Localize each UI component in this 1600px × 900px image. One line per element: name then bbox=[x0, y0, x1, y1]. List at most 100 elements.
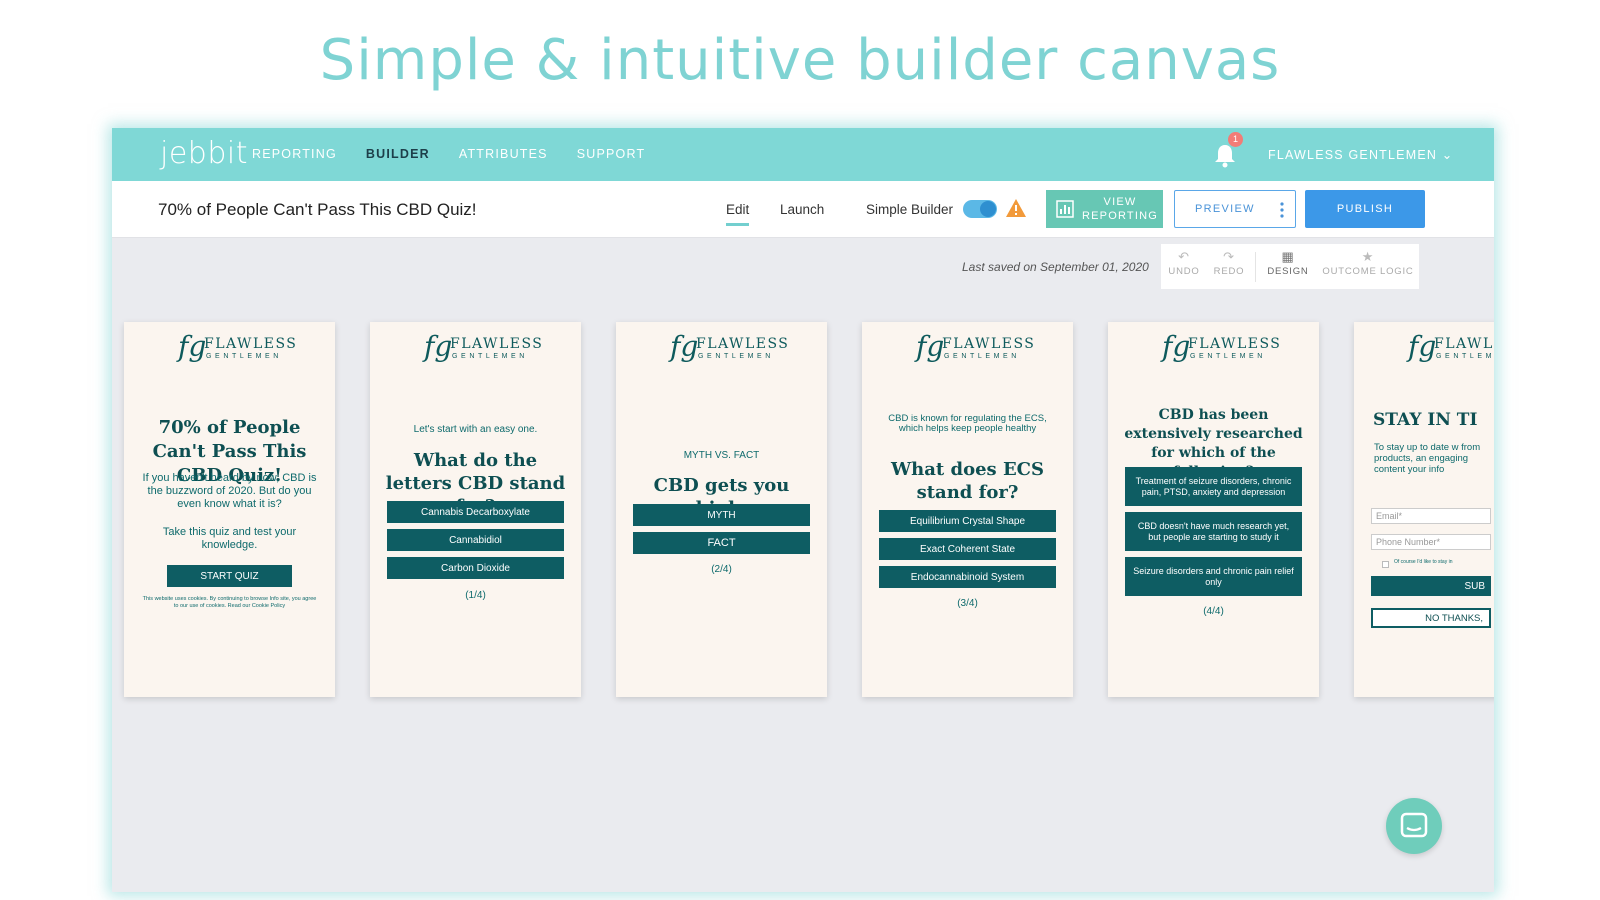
question-intro: Let's start with an easy one. bbox=[413, 424, 538, 435]
last-saved-status: Last saved on September 01, 2020 bbox=[962, 260, 1149, 274]
submit-button[interactable]: SUB bbox=[1371, 576, 1491, 596]
main-nav: REPORTING BUILDER ATTRIBUTES SUPPORT bbox=[252, 147, 645, 161]
preview-button[interactable]: PREVIEW bbox=[1174, 190, 1296, 228]
chat-widget-button[interactable] bbox=[1386, 798, 1442, 854]
intro-body: If you haven't heard by now, CBD is the … bbox=[142, 472, 317, 510]
nav-attributes[interactable]: ATTRIBUTES bbox=[459, 147, 548, 161]
screen-card-question-1[interactable]: fg FLAWLESS GENTLEMEN Let's start with a… bbox=[370, 322, 581, 697]
outcome-logic-label: OUTCOME LOGIC bbox=[1322, 266, 1414, 277]
preview-label: PREVIEW bbox=[1195, 203, 1255, 215]
redo-icon: ↷ bbox=[1223, 249, 1235, 264]
no-thanks-button[interactable]: NO THANKS, bbox=[1371, 608, 1491, 628]
redo-label: REDO bbox=[1213, 266, 1245, 277]
screen-card-question-3[interactable]: fg FLAWLESS GENTLEMEN CBD is known for r… bbox=[862, 322, 1073, 697]
redo-button[interactable]: ↷ REDO bbox=[1213, 248, 1245, 277]
nav-builder[interactable]: BUILDER bbox=[366, 147, 430, 161]
question-intro: CBD is known for regulating the ECS, whi… bbox=[888, 413, 1047, 434]
undo-button[interactable]: ↶ UNDO bbox=[1168, 248, 1200, 277]
brand-logo: fg FLAWLESS GENTLEMEN bbox=[1108, 330, 1319, 370]
question-progress: (4/4) bbox=[1203, 606, 1224, 617]
toggle-knob bbox=[980, 201, 996, 217]
answer-option[interactable]: Treatment of seizure disorders, chronic … bbox=[1125, 467, 1302, 506]
answer-option[interactable]: MYTH bbox=[633, 504, 810, 526]
brand-logo: fg FLAWLESS GENTLEMEN bbox=[862, 330, 1073, 370]
tab-launch[interactable]: Launch bbox=[780, 202, 824, 217]
notification-count-badge: 1 bbox=[1228, 132, 1243, 147]
simple-builder-label: Simple Builder bbox=[866, 202, 954, 217]
warning-icon[interactable] bbox=[1005, 197, 1027, 219]
brand-monogram: fg bbox=[670, 330, 699, 363]
page-headline: Simple & intuitive builder canvas bbox=[319, 28, 1281, 93]
bar-chart-icon bbox=[1056, 200, 1074, 218]
screen-card-intro[interactable]: fg FLAWLESS GENTLEMEN 70% of People Can'… bbox=[124, 322, 335, 697]
signup-body: To stay up to date w from products, an e… bbox=[1374, 442, 1481, 475]
brand-subname: GENTLEMEN bbox=[698, 353, 774, 360]
brand-name: FLAWLESS bbox=[1188, 336, 1282, 352]
view-reporting-button[interactable]: VIEW REPORTING bbox=[1046, 190, 1163, 228]
brand-subname: GENTLEMEN bbox=[944, 353, 1020, 360]
brand-monogram: fg bbox=[1162, 330, 1191, 363]
brand-name: FLAWLESS bbox=[204, 336, 298, 352]
outcome-logic-button[interactable]: ★ OUTCOME LOGIC bbox=[1322, 248, 1414, 277]
question-text: What does ECS stand for? bbox=[890, 459, 1045, 503]
cookie-notice: This website uses cookies. By continuing… bbox=[142, 596, 317, 609]
chat-bubble-icon bbox=[1400, 812, 1428, 838]
brand-name: FLAWLESS bbox=[1434, 336, 1494, 352]
screen-card-question-4[interactable]: fg FLAWLESS GENTLEMEN CBD has been exten… bbox=[1108, 322, 1319, 697]
brand-logo: fg FLAWLESS GENTLEMEN bbox=[616, 330, 827, 370]
intro-prompt: Take this quiz and test your knowledge. bbox=[162, 526, 297, 551]
brand-subname: GENTLEMEN bbox=[206, 353, 282, 360]
brand-subname: GENTLEMEN bbox=[1190, 353, 1266, 360]
consent-label: Of course I'd like to stay in bbox=[1394, 559, 1453, 565]
answer-option[interactable]: Cannabidiol bbox=[387, 529, 564, 551]
design-button[interactable]: ▦ DESIGN bbox=[1267, 248, 1309, 277]
answer-option[interactable]: Exact Coherent State bbox=[879, 538, 1056, 560]
answer-option[interactable]: Endocannabinoid System bbox=[879, 566, 1056, 588]
publish-button[interactable]: PUBLISH bbox=[1305, 190, 1425, 228]
canvas-actions-panel: ↶ UNDO ↷ REDO ▦ DESIGN ★ OUTCOME LOGIC bbox=[1161, 244, 1419, 289]
undo-label: UNDO bbox=[1168, 266, 1200, 277]
answer-option[interactable]: Seizure disorders and chronic pain relie… bbox=[1125, 557, 1302, 596]
builder-toolbar: 70% of People Can't Pass This CBD Quiz! … bbox=[112, 181, 1494, 238]
nav-support[interactable]: SUPPORT bbox=[577, 147, 646, 161]
tab-edit[interactable]: Edit bbox=[726, 202, 750, 226]
design-icon: ▦ bbox=[1281, 249, 1295, 264]
signup-title: STAY IN TI bbox=[1373, 410, 1478, 430]
brand-name: FLAWLESS bbox=[942, 336, 1036, 352]
brand-logo: fg FLAWLESS GENTLEMEN bbox=[370, 330, 581, 370]
brand-name: FLAWLESS bbox=[696, 336, 790, 352]
account-menu[interactable]: FLAWLESS GENTLEMEN ⌄ bbox=[1268, 147, 1453, 162]
brand-logo: fg FLAWLESS GENTLEMEN bbox=[124, 330, 335, 370]
brand-name: FLAWLESS bbox=[450, 336, 544, 352]
quiz-title[interactable]: 70% of People Can't Pass This CBD Quiz! bbox=[158, 200, 477, 220]
design-label: DESIGN bbox=[1267, 266, 1309, 277]
top-navigation-bar: jebbit REPORTING BUILDER ATTRIBUTES SUPP… bbox=[112, 128, 1494, 181]
start-quiz-button[interactable]: START QUIZ bbox=[167, 565, 292, 587]
simple-builder-toggle[interactable] bbox=[963, 200, 997, 218]
answer-option[interactable]: Cannabis Decarboxylate bbox=[387, 501, 564, 523]
consent-checkbox[interactable] bbox=[1382, 561, 1389, 568]
star-icon: ★ bbox=[1361, 249, 1375, 264]
answer-option[interactable]: Equilibrium Crystal Shape bbox=[879, 510, 1056, 532]
screen-card-question-2[interactable]: fg FLAWLESS GENTLEMEN MYTH VS. FACT CBD … bbox=[616, 322, 827, 697]
view-reporting-label: VIEW REPORTING bbox=[1082, 196, 1158, 222]
brand-monogram: fg bbox=[916, 330, 945, 363]
nav-reporting[interactable]: REPORTING bbox=[252, 147, 337, 161]
actions-divider bbox=[1255, 252, 1256, 282]
brand-monogram: fg bbox=[424, 330, 453, 363]
question-intro: MYTH VS. FACT bbox=[683, 450, 760, 461]
jebbit-logo[interactable]: jebbit bbox=[160, 136, 248, 171]
undo-icon: ↶ bbox=[1178, 249, 1190, 264]
more-options-icon[interactable] bbox=[1280, 201, 1284, 219]
answer-option[interactable]: Carbon Dioxide bbox=[387, 557, 564, 579]
email-field[interactable]: Email* bbox=[1371, 508, 1491, 524]
question-progress: (2/4) bbox=[711, 564, 732, 575]
phone-number-field[interactable]: Phone Number* bbox=[1371, 534, 1491, 550]
question-progress: (1/4) bbox=[465, 590, 486, 601]
question-progress: (3/4) bbox=[957, 598, 978, 609]
brand-subname: GENTLEMEN bbox=[452, 353, 528, 360]
answer-option[interactable]: CBD doesn't have much research yet, but … bbox=[1125, 512, 1302, 551]
answer-option[interactable]: FACT bbox=[633, 532, 810, 554]
brand-subname: GENTLEMEN bbox=[1436, 353, 1494, 360]
screen-card-signup[interactable]: fg FLAWLESS GENTLEMEN STAY IN TI To stay… bbox=[1354, 322, 1494, 697]
